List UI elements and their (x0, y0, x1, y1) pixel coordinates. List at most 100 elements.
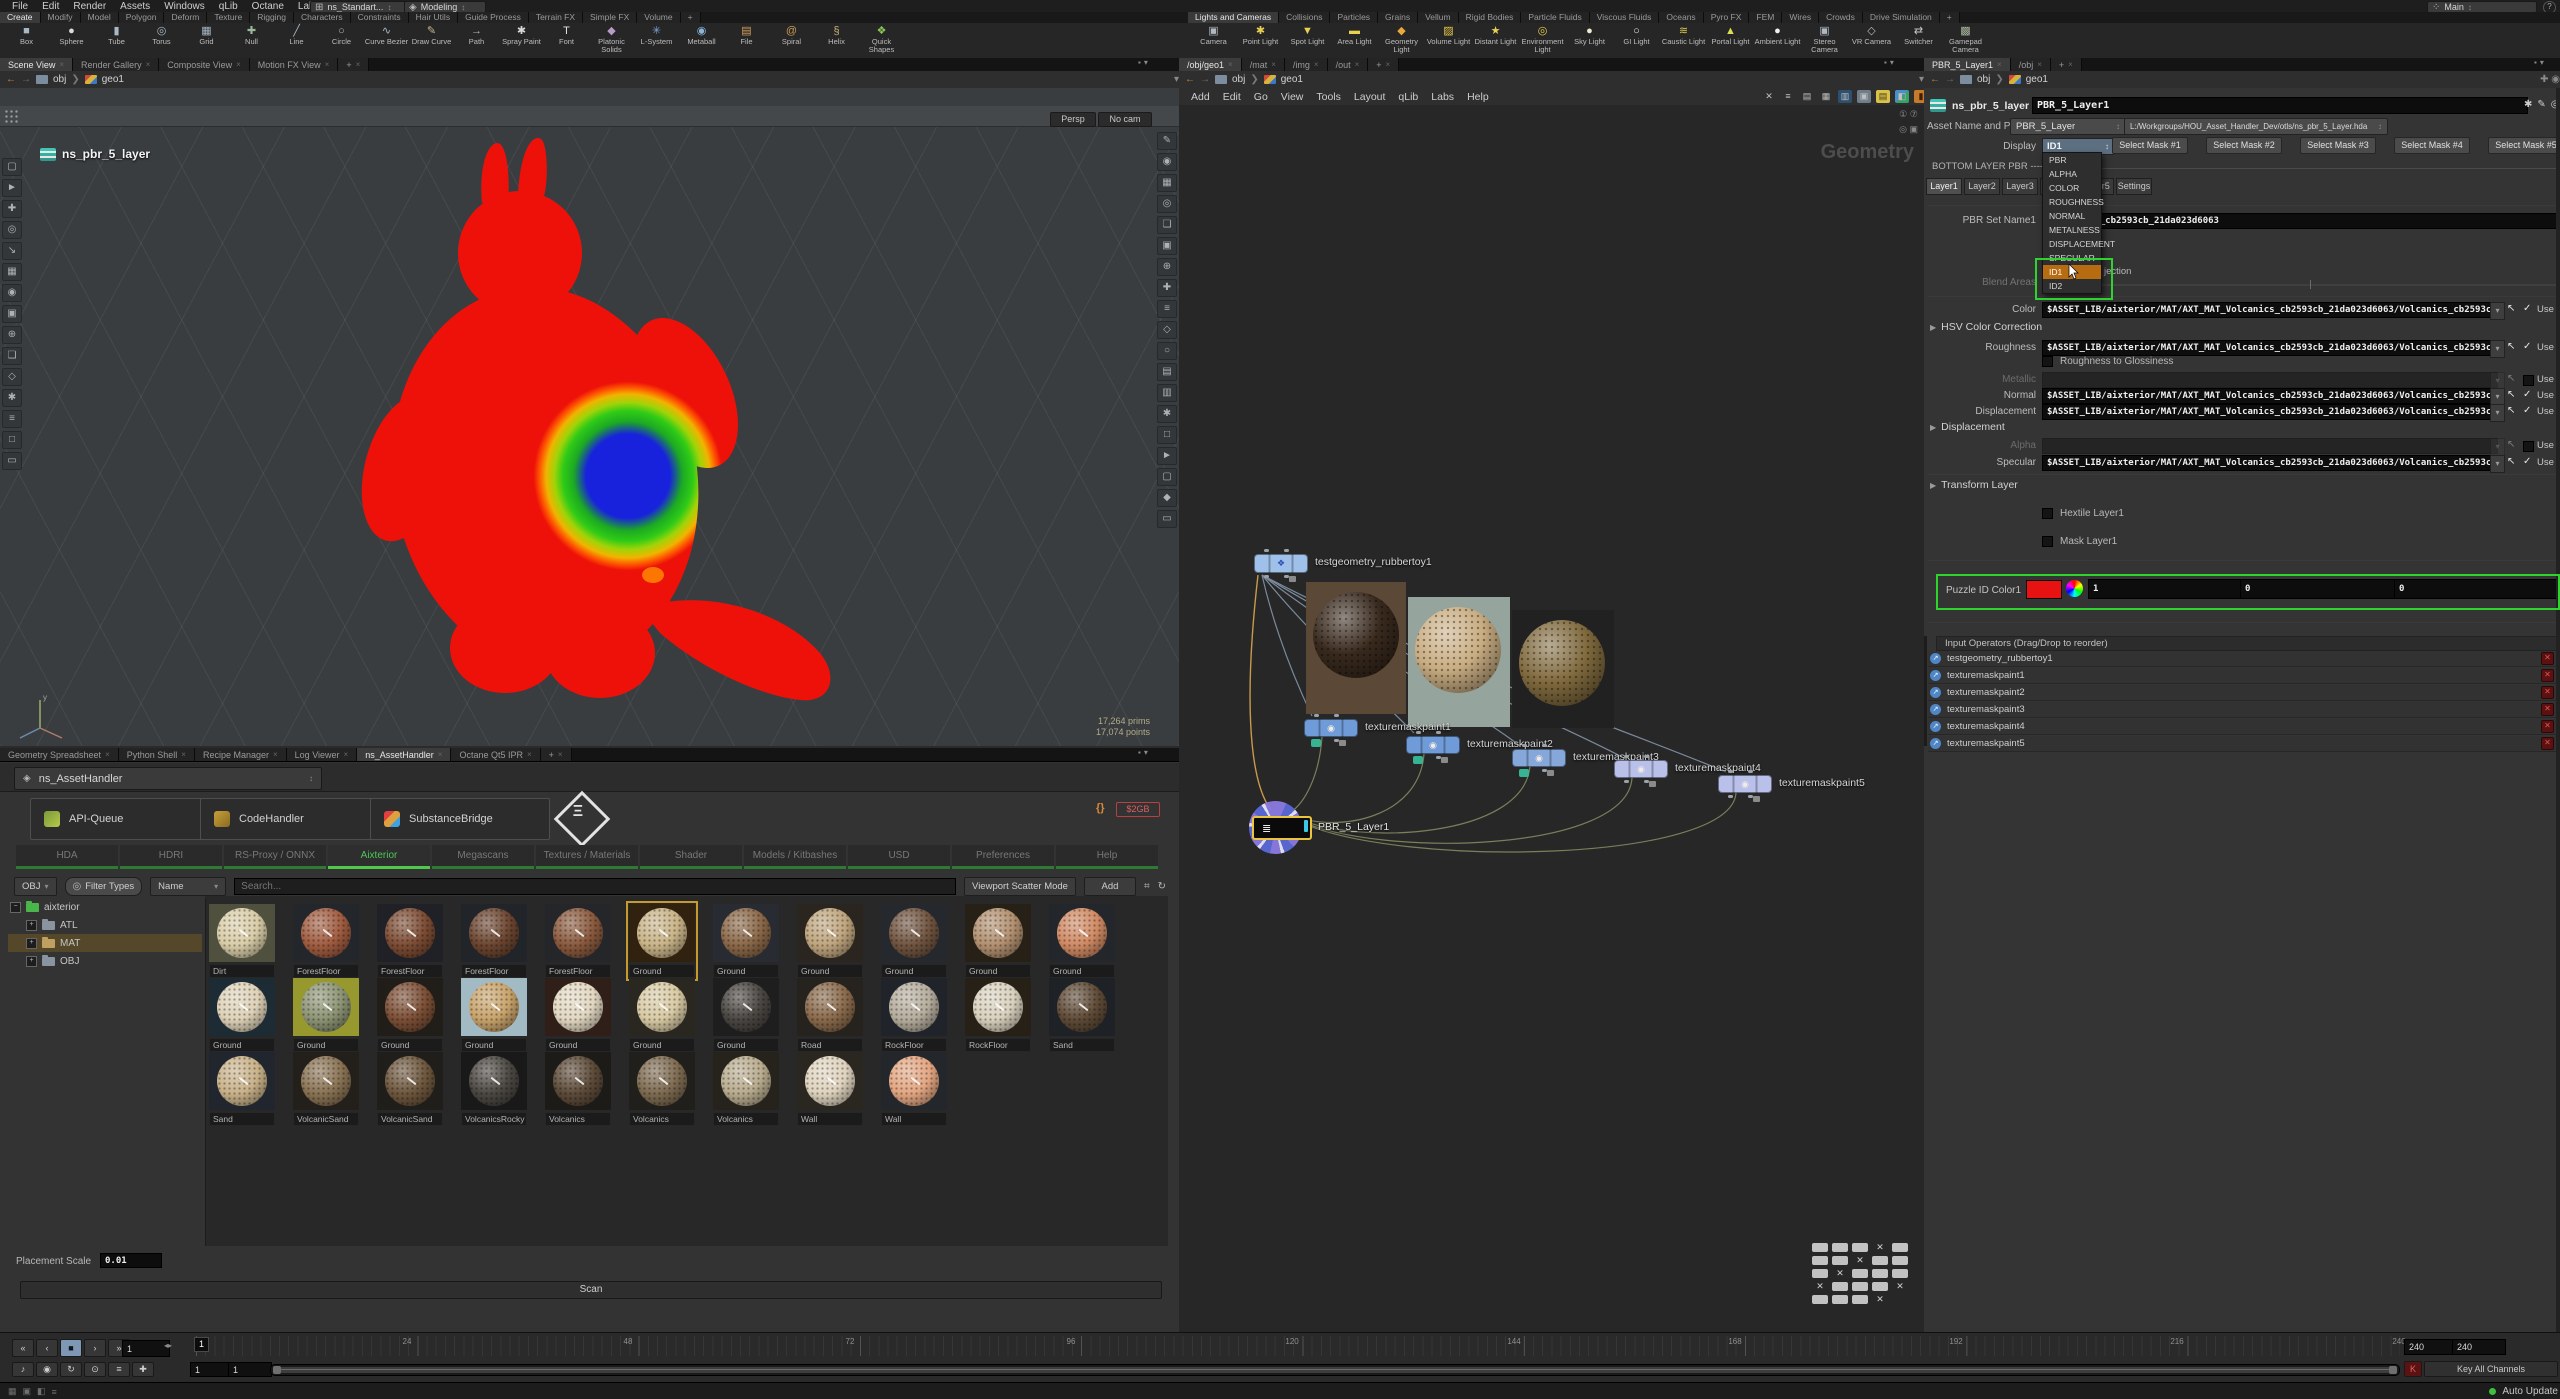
use-check-icon[interactable]: ✓ (2523, 389, 2531, 400)
global-end-field[interactable]: 240 (2452, 1339, 2506, 1355)
tree-toggle-icon[interactable]: − (10, 902, 21, 913)
range-handle[interactable] (273, 1366, 281, 1374)
gear-icon[interactable]: ✱ (2524, 99, 2532, 114)
breadcrumb-root[interactable]: obj (53, 74, 66, 85)
asset-category-tab[interactable]: Preferences (952, 845, 1054, 869)
asset-category-tab[interactable]: Megascans (432, 845, 534, 869)
forward-arrow-icon[interactable]: → (1200, 74, 1210, 85)
texture-path-field[interactable]: $ASSET_LIB/aixterior/MAT/AXT_MAT_Volcani… (2042, 388, 2498, 404)
material-preview[interactable] (1512, 610, 1614, 728)
shelf-tab[interactable]: Terrain FX (529, 12, 583, 23)
material-thumbnail[interactable]: ForestFloor (461, 904, 527, 978)
material-thumbnail[interactable]: RockFloor (881, 978, 947, 1052)
use-check-icon[interactable]: ✓ (2523, 456, 2531, 467)
shelf-tool[interactable]: ❖ Quick Shapes (859, 23, 904, 58)
sticky-note-icon[interactable]: ▤ (1876, 90, 1890, 103)
shelf-tool[interactable]: @ Spiral (769, 23, 814, 58)
pane-tab[interactable]: /obj× (2011, 58, 2051, 71)
pick-arrow-icon[interactable]: ↖ (2507, 303, 2515, 314)
close-icon[interactable]: × (1355, 60, 1360, 69)
shelf-tab[interactable]: Crowds (1819, 12, 1863, 23)
shelf-tab[interactable]: Simple FX (583, 12, 637, 23)
shelf-tool[interactable]: ╱ Line (274, 23, 319, 58)
tree-item[interactable]: − aixterior (8, 898, 202, 916)
net-menu-qlib[interactable]: qLib (1398, 91, 1418, 103)
pane-tab[interactable]: +× (2051, 58, 2082, 71)
chevron-down-icon[interactable]: ▾ (2490, 438, 2505, 456)
back-arrow-icon[interactable]: ← (1930, 74, 1940, 85)
shelf-tab[interactable]: Modify (41, 12, 81, 23)
close-icon[interactable]: × (146, 60, 151, 69)
pbr-set-field[interactable]: Volcanics_cb2593cb_21da023d6063 (2042, 213, 2560, 229)
tree-item[interactable]: + ATL (8, 916, 202, 934)
material-thumbnail[interactable]: Road (797, 978, 863, 1052)
tree-item[interactable]: + OBJ (8, 952, 202, 970)
param-section-header[interactable]: ▶Transform Layer (1930, 479, 2018, 491)
node-name-field[interactable]: PBR_5_Layer1 (2032, 97, 2528, 114)
persp-selector[interactable]: Persp (1050, 112, 1096, 127)
close-icon[interactable]: × (59, 60, 64, 69)
substance-bridge-button[interactable]: SubstanceBridge (370, 798, 550, 840)
pick-arrow-icon[interactable]: ↖ (2507, 456, 2515, 467)
network-quickmark-palette[interactable]: ✕ ✕ ✕ ✕ ✕ ✕ (1812, 1243, 1912, 1304)
playhead[interactable]: 1 (194, 1337, 209, 1352)
filter-types-button[interactable]: ◎Filter Types (65, 877, 143, 896)
api-queue-button[interactable]: API-Queue (30, 798, 210, 840)
pane-tab[interactable]: Octane Qt5 IPR× (451, 748, 540, 761)
shelf-tool[interactable]: ■ Box (4, 23, 49, 58)
range-start2-field[interactable]: 1 (228, 1362, 272, 1377)
close-icon[interactable]: × (236, 60, 241, 69)
tree-toggle-icon[interactable]: + (26, 920, 37, 931)
network-node[interactable]: ◉ texturemaskpaint2 (1406, 736, 1460, 754)
material-thumbnail[interactable]: Ground (1049, 904, 1115, 978)
shelf-tab[interactable]: FEM (1749, 12, 1782, 23)
viewport-tool-icon[interactable]: ► (1157, 447, 1177, 465)
pane-tab[interactable]: /img× (1285, 58, 1328, 71)
texture-path-field[interactable]: $ASSET_LIB/aixterior/MAT/AXT_MAT_Volcani… (2042, 455, 2498, 471)
layer-tab[interactable]: Layer2 (1964, 178, 2000, 195)
shelf-tab[interactable]: Vellum (1418, 12, 1459, 23)
asset-category-tab[interactable]: Models / Kitbashes (744, 845, 846, 869)
pages-icon[interactable]: ▤ (1800, 90, 1814, 103)
viewport-tool-icon[interactable]: ✱ (1157, 405, 1177, 423)
scroll-strip[interactable] (1924, 636, 1927, 746)
viewport-tool-icon[interactable]: ○ (1157, 342, 1177, 360)
status-icon[interactable]: ▣ (23, 1386, 32, 1397)
remove-icon[interactable]: ✕ (2541, 720, 2554, 733)
shelf-tool[interactable]: ✱ Spray Paint (499, 23, 544, 58)
pick-arrow-icon[interactable]: ↖ (2507, 389, 2515, 400)
pane-tab[interactable]: /mat× (1242, 58, 1285, 71)
shelf-tool[interactable]: ▮ Tube (94, 23, 139, 58)
shelf-tab[interactable]: Oceans (1659, 12, 1703, 23)
texture-path-field[interactable] (2042, 372, 2498, 388)
viewport-tool-icon[interactable]: ✎ (1157, 132, 1177, 150)
code-handler-button[interactable]: CodeHandler (200, 798, 380, 840)
material-thumbnail[interactable]: Volcanics (629, 1052, 695, 1126)
shelf-tool[interactable]: T Font (544, 23, 589, 58)
material-thumbnail[interactable]: Ground (965, 904, 1031, 978)
remove-icon[interactable]: ✕ (2541, 652, 2554, 665)
material-thumbnail[interactable]: ForestFloor (377, 904, 443, 978)
viewport-tool-icon[interactable]: ◎ (2, 221, 22, 239)
forward-arrow-icon[interactable]: → (21, 74, 31, 85)
key-icon[interactable]: K (2404, 1361, 2422, 1377)
search-input[interactable] (234, 878, 956, 895)
chevron-down-icon[interactable]: ▾ (2490, 302, 2505, 320)
pane-tab[interactable]: +× (541, 748, 572, 761)
network-node[interactable]: ◉ texturemaskpaint3 (1512, 749, 1566, 767)
status-icon[interactable]: ◧ (37, 1386, 46, 1397)
net-menu-layout[interactable]: Layout (1354, 91, 1386, 103)
material-preview[interactable] (1408, 597, 1510, 727)
material-thumbnail[interactable]: Ground (713, 978, 779, 1052)
shelf-tool[interactable]: ✱ Point Light (1237, 23, 1284, 58)
viewport-tool-icon[interactable]: ≡ (1157, 300, 1177, 318)
add-button[interactable]: Add (1084, 877, 1136, 896)
shelf-tab[interactable]: Lights and Cameras (1188, 12, 1279, 23)
breadcrumb-root[interactable]: obj (1232, 74, 1245, 85)
asset-category-tab[interactable]: Help (1056, 845, 1158, 869)
pick-arrow-icon[interactable]: ↖ (2507, 373, 2515, 384)
material-thumbnail[interactable]: Dirt (209, 904, 275, 978)
pane-tab[interactable]: /obj/geo1× (1179, 58, 1242, 71)
shelf-tab[interactable]: Wires (1782, 12, 1819, 23)
sort-select[interactable]: Name▾ (150, 877, 226, 896)
